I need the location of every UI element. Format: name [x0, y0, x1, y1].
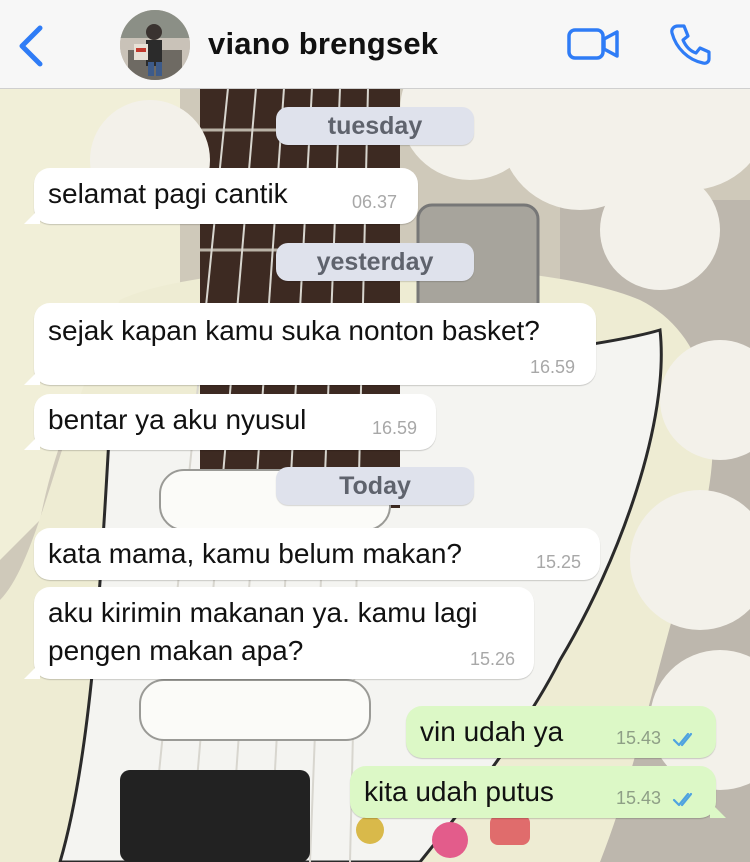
message-text: bentar ya aku nyusul: [48, 404, 307, 435]
read-receipt-icon: [672, 732, 693, 747]
message-text: selamat pagi cantik: [48, 178, 288, 209]
message-text: sejak kapan kamu suka nonton basket?: [48, 315, 540, 346]
message-bubble-outgoing[interactable]: kita udah putus 15.43: [350, 766, 726, 818]
message-time: 16.59: [530, 357, 576, 377]
date-separator-today: Today: [276, 467, 474, 505]
message-time: 15.26: [470, 649, 516, 669]
message-bubble-outgoing[interactable]: vin udah ya 15.43: [406, 706, 716, 758]
message-text-line-1: aku kirimin makanan ya. kamu lagi: [48, 597, 478, 628]
bubble-tail: [24, 369, 40, 385]
video-camera-icon[interactable]: [566, 24, 620, 64]
message-text: kita udah putus: [364, 776, 554, 807]
bubble-tail: [24, 208, 40, 224]
message-bubble-incoming[interactable]: selamat pagi cantik 06.37: [24, 168, 418, 224]
read-receipt-icon: [672, 792, 693, 807]
message-text-line-2: pengen makan apa?: [48, 635, 304, 666]
date-separator-yesterday: yesterday: [276, 243, 474, 281]
chat-header: viano brengsek: [0, 0, 750, 89]
message-time: 15.43: [616, 728, 662, 748]
message-time: 15.43: [616, 788, 662, 808]
message-bubble-incoming[interactable]: kata mama, kamu belum makan? 15.25: [34, 528, 600, 580]
phone-icon[interactable]: [668, 22, 712, 66]
bubble-tail: [24, 434, 40, 450]
contact-name[interactable]: viano brengsek: [208, 26, 438, 62]
contact-avatar[interactable]: [120, 10, 190, 80]
message-time: 06.37: [352, 192, 398, 212]
message-time: 15.25: [536, 552, 582, 572]
date-separator-tuesday: tuesday: [276, 107, 474, 145]
bubble-tail: [710, 802, 726, 818]
bubble-tail: [24, 663, 40, 679]
back-chevron-icon[interactable]: [14, 24, 48, 68]
message-bubble-incoming[interactable]: sejak kapan kamu suka nonton basket? 16.…: [24, 303, 596, 385]
message-time: 16.59: [372, 418, 418, 438]
message-text: kata mama, kamu belum makan?: [48, 538, 462, 569]
message-bubble-incoming[interactable]: bentar ya aku nyusul 16.59: [24, 394, 436, 450]
message-bubble-incoming[interactable]: aku kirimin makanan ya. kamu lagi pengen…: [24, 587, 534, 679]
message-text: vin udah ya: [420, 716, 564, 747]
